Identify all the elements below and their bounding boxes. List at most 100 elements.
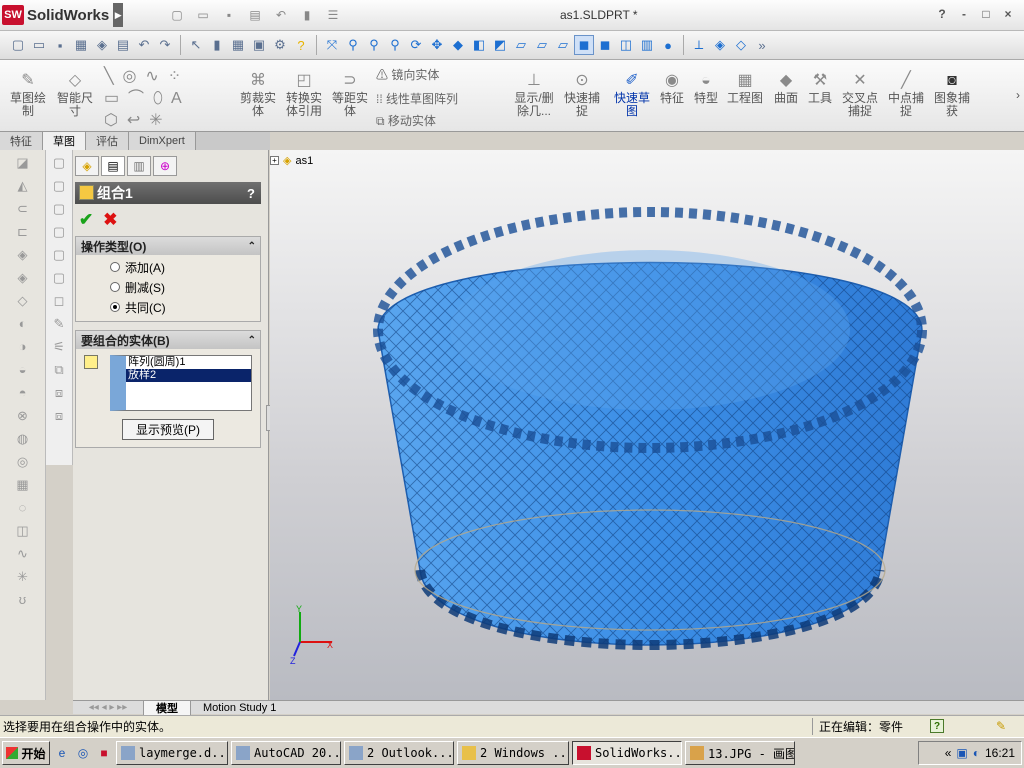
propertymanager-tab-icon[interactable]: ▤: [101, 156, 125, 176]
tools-button[interactable]: ⚒ 工具: [798, 73, 842, 105]
hidden-lines-visible-icon[interactable]: ▱: [532, 35, 552, 55]
operation-type-header[interactable]: 操作类型(O) ⌃: [76, 237, 260, 255]
menu-arrow-icon[interactable]: ▶: [113, 3, 124, 27]
shaded-with-edges-icon[interactable]: ◼: [574, 35, 594, 55]
print-icon[interactable]: ▤: [244, 6, 266, 24]
isometric-icon[interactable]: ◈: [710, 35, 730, 55]
close-button[interactable]: ×: [1000, 6, 1016, 22]
shell-icon[interactable]: ◓: [13, 383, 33, 403]
new-document-icon[interactable]: ▢: [166, 6, 188, 24]
drawing-from-part-icon[interactable]: ▦: [71, 35, 91, 55]
loft-icon[interactable]: ⊏: [13, 222, 33, 242]
lattice-cylinder-model[interactable]: [373, 207, 927, 650]
view-front-icon[interactable]: ▢: [49, 153, 69, 173]
print-icon[interactable]: ▤: [113, 35, 133, 55]
tab-evaluate[interactable]: 评估: [86, 132, 129, 150]
options-icon[interactable]: ☰: [322, 6, 344, 24]
sketch-edit-icon[interactable]: ✎: [49, 314, 69, 334]
tab-motion-study[interactable]: Motion Study 1: [190, 700, 288, 715]
midpoint-snap-button[interactable]: ╱ 中点捕 捉: [884, 73, 928, 118]
open-icon[interactable]: ▭: [29, 35, 49, 55]
taskbar-item[interactable]: AutoCAD 20...: [231, 741, 341, 765]
cancel-x-icon[interactable]: ✖: [103, 210, 117, 230]
shaded-icon[interactable]: ◼: [595, 35, 615, 55]
image-capture-button[interactable]: ◙ 图象捕 获: [930, 73, 974, 118]
taskbar-item[interactable]: 13.JPG - 画图: [685, 741, 795, 765]
featuremanager-tab-icon[interactable]: ◈: [75, 156, 99, 176]
show-preview-button[interactable]: 显示预览(P): [122, 419, 214, 440]
reference-geometry-feature-icon[interactable]: ✳: [13, 567, 33, 587]
taskbar-item[interactable]: laymerge.d...: [116, 741, 228, 765]
taskbar-item[interactable]: 2 Outlook...: [344, 741, 454, 765]
collapse-icon[interactable]: ⌃: [248, 335, 256, 346]
tray-expand-icon[interactable]: «: [945, 746, 952, 760]
section-view-icon[interactable]: ◧: [469, 35, 489, 55]
circular-pattern-icon[interactable]: ◌: [13, 498, 33, 518]
move-entities-button[interactable]: ⧉ 移动实体: [376, 112, 436, 129]
view-iso-icon[interactable]: ◻: [49, 291, 69, 311]
shapes-button[interactable]: ◒ 特型: [684, 73, 728, 105]
mirror-entities-button[interactable]: ⚠ 镜向实体: [376, 66, 439, 83]
paste-icon[interactable]: ⧈: [49, 406, 69, 426]
quick-snaps-button[interactable]: ⊙ 快速捕 捉: [560, 73, 604, 118]
new-icon[interactable]: ▢: [8, 35, 28, 55]
extrude-icon[interactable]: ◪: [13, 153, 33, 173]
text-icon[interactable]: A: [171, 90, 182, 107]
file-properties-icon[interactable]: ▣: [249, 35, 269, 55]
rebuild-icon[interactable]: ▮: [296, 6, 318, 24]
point-icon[interactable]: ✳: [149, 112, 162, 129]
fillet-feature-icon[interactable]: ◐: [13, 314, 33, 334]
dome-icon[interactable]: ◎: [13, 452, 33, 472]
help-icon[interactable]: ?: [291, 35, 311, 55]
zoom-in-out-icon[interactable]: ⚲: [385, 35, 405, 55]
ie-icon[interactable]: e: [53, 744, 71, 762]
open-document-icon[interactable]: ▭: [192, 6, 214, 24]
offset-entities-button[interactable]: ⊃ 等距实 体: [328, 73, 372, 118]
rebuild-icon[interactable]: ▮: [207, 35, 227, 55]
trim-button[interactable]: ⌘ 剪裁实 体: [236, 73, 280, 118]
perspective-icon[interactable]: ▥: [637, 35, 657, 55]
linear-pattern-feature-icon[interactable]: ▦: [13, 475, 33, 495]
copy-icon[interactable]: ⧈: [49, 383, 69, 403]
select-icon[interactable]: ↖: [186, 35, 206, 55]
assembly-from-part-icon[interactable]: ◈: [92, 35, 112, 55]
linear-pattern-button[interactable]: ⁞⁞ 线性草图阵列: [376, 90, 458, 107]
status-help-icon[interactable]: ?: [930, 719, 944, 733]
graphics-area[interactable]: + ◈ as1 X Y Z: [270, 150, 1024, 700]
wireframe-icon[interactable]: ▱: [511, 35, 531, 55]
hidden-lines-removed-icon[interactable]: ▱: [553, 35, 573, 55]
collapse-icon[interactable]: ⌃: [248, 241, 256, 252]
hole-icon[interactable]: ◍: [13, 429, 33, 449]
grid-icon[interactable]: ▦: [228, 35, 248, 55]
tab-sketch[interactable]: 草图: [43, 132, 86, 150]
cut-revolve-icon[interactable]: ◈: [13, 268, 33, 288]
rapid-sketch-button[interactable]: ✐ 快速草 图: [610, 73, 654, 118]
zoom-to-fit-icon[interactable]: ⤧: [322, 35, 342, 55]
fillet-icon[interactable]: ↩: [127, 112, 140, 129]
drawing-button[interactable]: ▦ 工程图: [723, 73, 767, 105]
zoom-window-icon[interactable]: ⚲: [343, 35, 363, 55]
solidworks-menu[interactable]: SW SolidWorks ▶: [2, 3, 136, 27]
radio-add[interactable]: 添加(A): [110, 259, 260, 275]
arc-icon[interactable]: ⌒: [128, 90, 144, 107]
save-icon[interactable]: ▪: [218, 6, 240, 24]
more-toolbar-icon[interactable]: »: [752, 35, 772, 55]
taskbar-item-active[interactable]: SolidWorks...: [572, 741, 682, 765]
start-button[interactable]: 开始: [2, 741, 50, 765]
shadows-icon[interactable]: ◫: [616, 35, 636, 55]
spiral-icon[interactable]: ʊ: [13, 590, 33, 610]
line-icon[interactable]: ╲: [104, 68, 114, 85]
tab-model[interactable]: 模型: [143, 700, 190, 715]
point-grid-icon[interactable]: ⁘: [168, 68, 181, 85]
sweep-icon[interactable]: ⊂: [13, 199, 33, 219]
display-delete-relations-button[interactable]: ⊥ 显示/删 除几...: [512, 73, 556, 118]
list-item[interactable]: 阵列(圆周)1: [126, 356, 251, 369]
mirror-feature-icon[interactable]: ◫: [13, 521, 33, 541]
options-icon[interactable]: ⚙: [270, 35, 290, 55]
reference-geometry-icon[interactable]: ⟂: [689, 35, 709, 55]
cut-extrude-icon[interactable]: ◈: [13, 245, 33, 265]
circle-icon[interactable]: ◎: [123, 68, 137, 85]
view-left-icon[interactable]: ▢: [49, 199, 69, 219]
polygon-icon[interactable]: ⬡: [104, 112, 118, 129]
help-button[interactable]: ?: [934, 6, 950, 22]
